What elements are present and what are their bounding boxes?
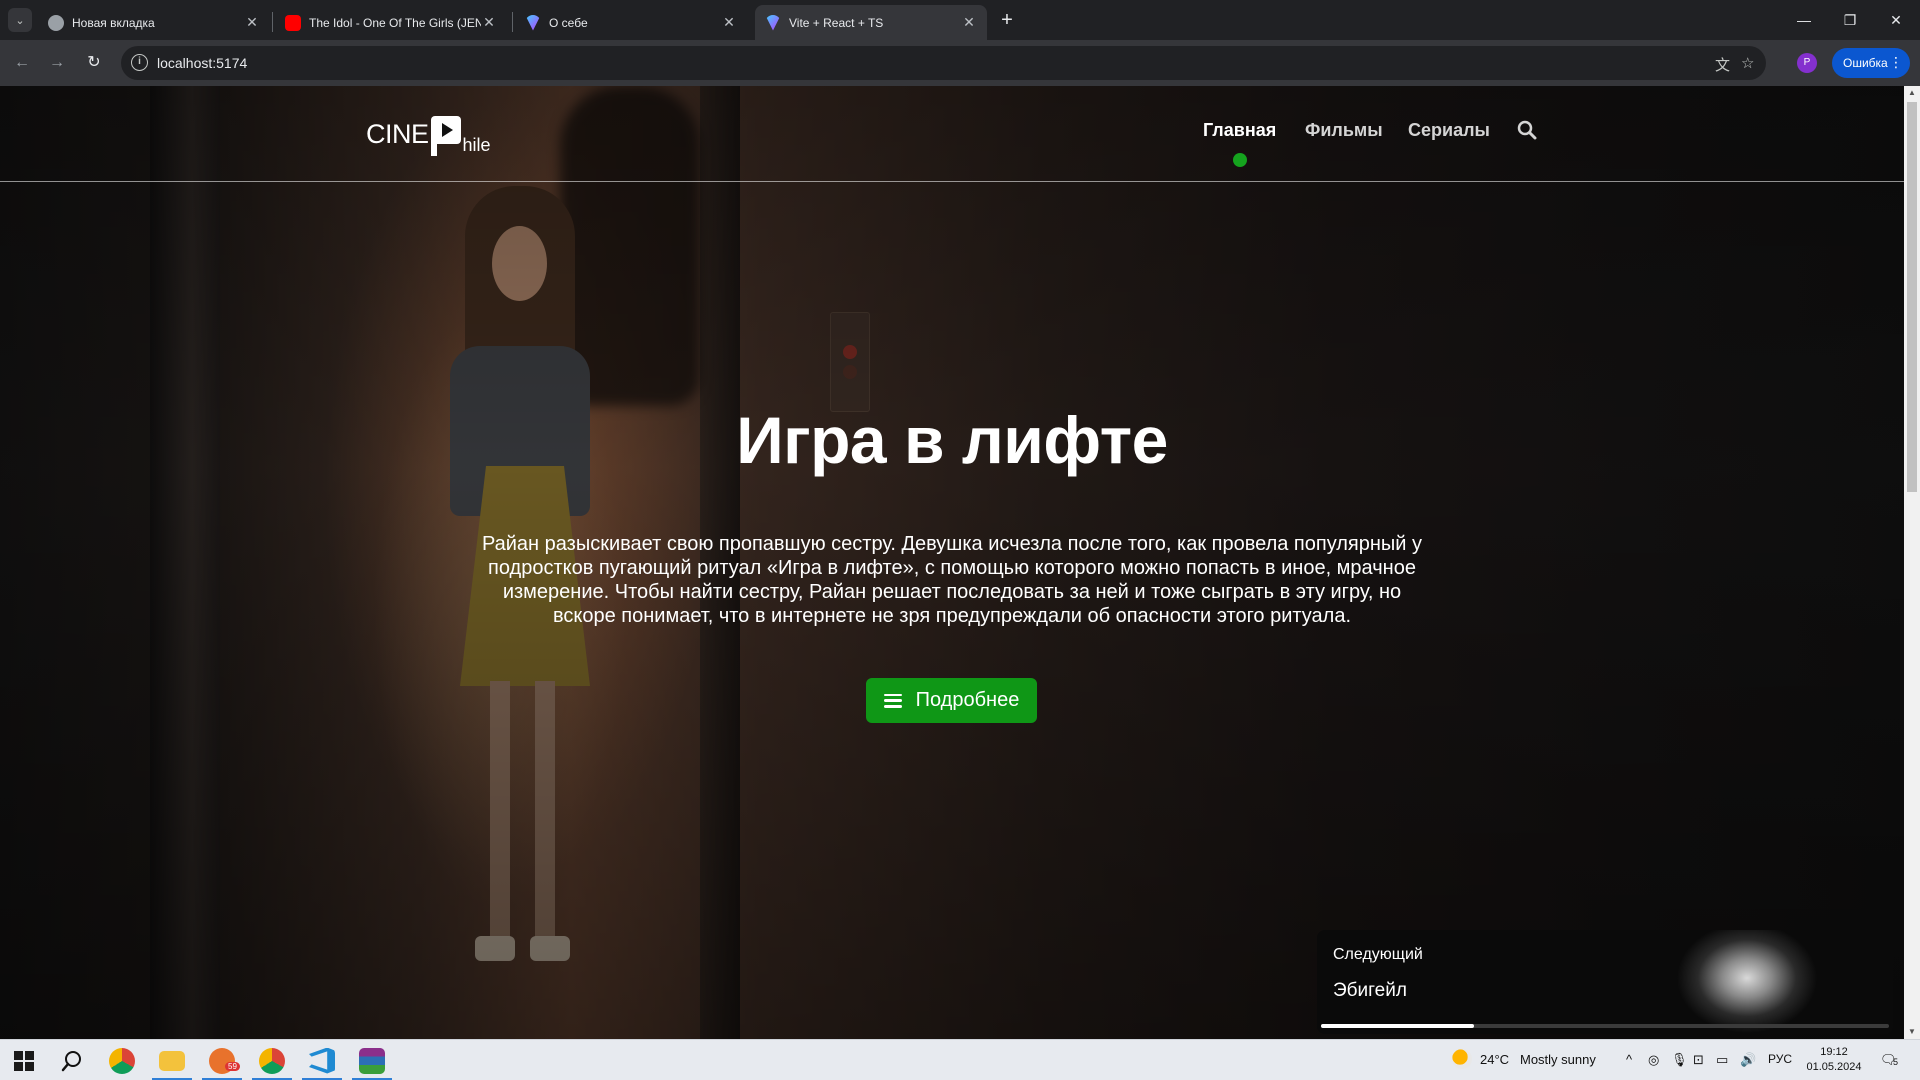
address-bar[interactable]: i localhost:5174 文 ☆: [121, 46, 1766, 80]
nav-active-indicator: [1233, 153, 1247, 167]
menu-icon: [883, 693, 902, 708]
translate-icon[interactable]: 文: [1715, 54, 1730, 75]
next-progress-bar: [1321, 1024, 1889, 1028]
taskbar-chrome-profile[interactable]: [248, 1040, 296, 1080]
bookmark-star-icon[interactable]: ☆: [1741, 54, 1754, 72]
chrome-icon: [48, 14, 64, 31]
tray-app-icon[interactable]: ◎: [1648, 1052, 1659, 1068]
tab-close-icon[interactable]: ✕: [481, 14, 497, 31]
nav-item-movies[interactable]: Фильмы: [1305, 120, 1383, 141]
vscode-icon: [309, 1047, 335, 1074]
windows-taskbar: 59 24°C Mostly sunny ^ ◎ 🎙 ⊡ ▭ 🔊 РУС 19:…: [0, 1039, 1920, 1080]
taskbar-search-button[interactable]: [48, 1040, 96, 1080]
tab-separator: [272, 12, 273, 32]
next-movie-card[interactable]: Следующий Эбигейл: [1317, 930, 1893, 1034]
error-label: Ошибка: [1843, 56, 1888, 70]
reload-button[interactable]: ↻: [82, 51, 106, 75]
folder-icon: [159, 1050, 185, 1071]
site-header: CINE hile Главная Фильмы Сериалы: [0, 86, 1904, 182]
site-info-icon[interactable]: i: [131, 54, 148, 71]
vite-icon: [525, 14, 541, 31]
page-viewport: CINE hile Главная Фильмы Сериалы Игра в …: [0, 86, 1904, 1039]
logo-text: CINE: [366, 119, 429, 149]
new-tab-button[interactable]: +: [995, 9, 1019, 33]
page-scrollbar[interactable]: ▲ ▼: [1904, 86, 1920, 1039]
search-icon: [1517, 120, 1537, 140]
nav-item-home[interactable]: Главная: [1203, 120, 1276, 141]
tab-search-button[interactable]: ⌄: [8, 8, 32, 32]
notification-count: 5: [1893, 1057, 1899, 1067]
details-button-label: Подробнее: [915, 689, 1020, 711]
error-button[interactable]: Ошибка ⋮: [1832, 48, 1910, 78]
nav-item-series[interactable]: Сериалы: [1408, 120, 1490, 141]
taskbar-chrome[interactable]: [98, 1040, 146, 1080]
scroll-up-icon[interactable]: ▲: [1904, 86, 1920, 100]
browser-tab-strip: ⌄ Новая вкладка ✕ The Idol - One Of The …: [0, 0, 1920, 40]
weather-temp[interactable]: 24°C: [1480, 1052, 1509, 1067]
next-label: Следующий: [1333, 946, 1423, 963]
weather-icon[interactable]: [1452, 1049, 1472, 1069]
chevron-up-icon[interactable]: ^: [1626, 1052, 1632, 1067]
forward-button[interactable]: →: [45, 51, 69, 75]
menu-icon: ⋮: [1889, 54, 1903, 70]
hero-description: Райан разыскивает свою пропавшую сестру.…: [481, 533, 1423, 627]
windows-icon: [14, 1050, 34, 1071]
notification-badge: 59: [225, 1062, 240, 1071]
next-progress-fill: [1321, 1024, 1475, 1028]
youtube-icon: [285, 14, 301, 31]
vite-icon: [765, 14, 781, 31]
browser-tab[interactable]: О себе ✕: [515, 5, 747, 40]
close-window-button[interactable]: ✕: [1873, 0, 1919, 40]
volume-icon[interactable]: 🔊: [1740, 1052, 1756, 1068]
tab-title: Новая вкладка: [72, 15, 155, 30]
browser-toolbar: ← → ↻ i localhost:5174 文 ☆ P Ошибка ⋮: [0, 40, 1920, 86]
weather-text[interactable]: Mostly sunny: [1520, 1052, 1596, 1067]
scrollbar-thumb[interactable]: [1907, 102, 1917, 492]
browser-tab-active[interactable]: Vite + React + TS ✕: [755, 5, 987, 40]
tab-separator: [512, 12, 513, 32]
next-movie-title: Эбигейл: [1333, 980, 1407, 1001]
clock[interactable]: 19:12 01.05.2024: [1806, 1045, 1862, 1075]
site-logo[interactable]: CINE hile: [366, 110, 491, 156]
hero-title: Игра в лифте: [736, 403, 1168, 477]
clock-time: 19:12: [1820, 1046, 1848, 1058]
taskbar-explorer[interactable]: [148, 1040, 196, 1080]
taskbar-winrar[interactable]: [348, 1040, 396, 1080]
chrome-icon: [109, 1047, 135, 1074]
start-button[interactable]: [0, 1040, 48, 1080]
details-button[interactable]: Подробнее: [866, 678, 1037, 723]
play-icon: [430, 116, 461, 156]
network-icon[interactable]: ▭: [1716, 1052, 1728, 1068]
taskbar-browser-app[interactable]: 59: [198, 1040, 246, 1080]
next-movie-thumbnail: [1677, 930, 1893, 1034]
clock-date: 01.05.2024: [1806, 1061, 1862, 1073]
camera-icon[interactable]: ⊡: [1693, 1052, 1704, 1068]
scroll-down-icon[interactable]: ▼: [1904, 1025, 1920, 1039]
tab-close-icon[interactable]: ✕: [961, 14, 977, 31]
minimize-button[interactable]: —: [1781, 0, 1827, 40]
url-text[interactable]: localhost:5174: [157, 55, 247, 71]
browser-tab[interactable]: The Idol - One Of The Girls (JENNIE ✕: [275, 5, 507, 40]
search-button[interactable]: [1517, 120, 1539, 142]
restore-button[interactable]: ❐: [1827, 0, 1873, 40]
logo-text: hile: [462, 135, 491, 155]
language-indicator[interactable]: РУС: [1768, 1052, 1792, 1066]
tab-title: Vite + React + TS: [789, 15, 884, 30]
archive-icon: [359, 1047, 385, 1074]
tab-title: The Idol - One Of The Girls (JENNIE: [309, 15, 481, 30]
tab-title: О себе: [549, 15, 588, 30]
tab-close-icon[interactable]: ✕: [721, 14, 737, 31]
chrome-icon: [259, 1047, 285, 1074]
back-button[interactable]: ←: [10, 51, 34, 75]
taskbar-vscode[interactable]: [298, 1040, 346, 1080]
browser-tab[interactable]: Новая вкладка ✕: [38, 5, 270, 40]
search-icon: [61, 1050, 81, 1071]
microphone-icon[interactable]: 🎙: [1671, 1052, 1688, 1068]
tab-close-icon[interactable]: ✕: [244, 14, 260, 31]
chevron-down-icon: ⌄: [15, 14, 25, 27]
profile-avatar[interactable]: P: [1797, 53, 1817, 73]
